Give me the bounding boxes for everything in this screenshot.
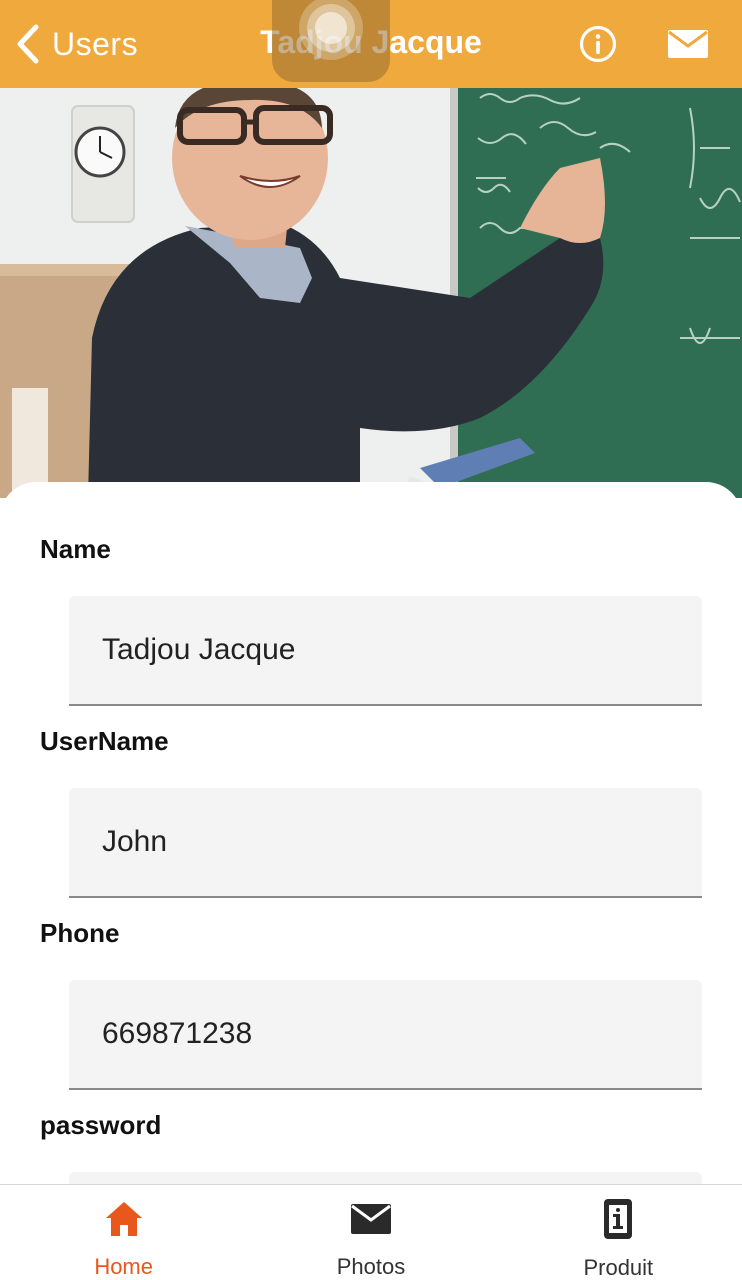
username-field[interactable] (69, 788, 702, 898)
tab-photos[interactable]: Photos (247, 1185, 494, 1280)
info-icon[interactable] (578, 24, 618, 64)
bottom-tab-bar: Home Photos Produit (0, 1184, 742, 1280)
name-label: Name (40, 534, 111, 564)
username-label: UserName (40, 726, 169, 756)
home-icon (105, 1201, 142, 1236)
mail-icon[interactable] (666, 24, 710, 64)
tab-produit-label: Produit (583, 1255, 654, 1280)
profile-form-card: Name UserName Phone password (0, 482, 742, 1184)
phone-label: Phone (40, 918, 120, 948)
name-field[interactable] (69, 596, 702, 706)
tab-photos-label: Photos (336, 1254, 406, 1279)
tab-produit[interactable]: Produit (495, 1185, 742, 1280)
phone-field[interactable] (69, 980, 702, 1090)
tab-home[interactable]: Home (0, 1185, 247, 1280)
password-label: password (40, 1110, 162, 1140)
phone-info-icon (604, 1199, 633, 1239)
password-field[interactable] (69, 1172, 702, 1184)
assistive-touch-button[interactable] (272, 0, 390, 82)
profile-cover-photo (0, 88, 742, 498)
tab-home-label: Home (94, 1254, 153, 1279)
envelope-icon (350, 1203, 391, 1234)
